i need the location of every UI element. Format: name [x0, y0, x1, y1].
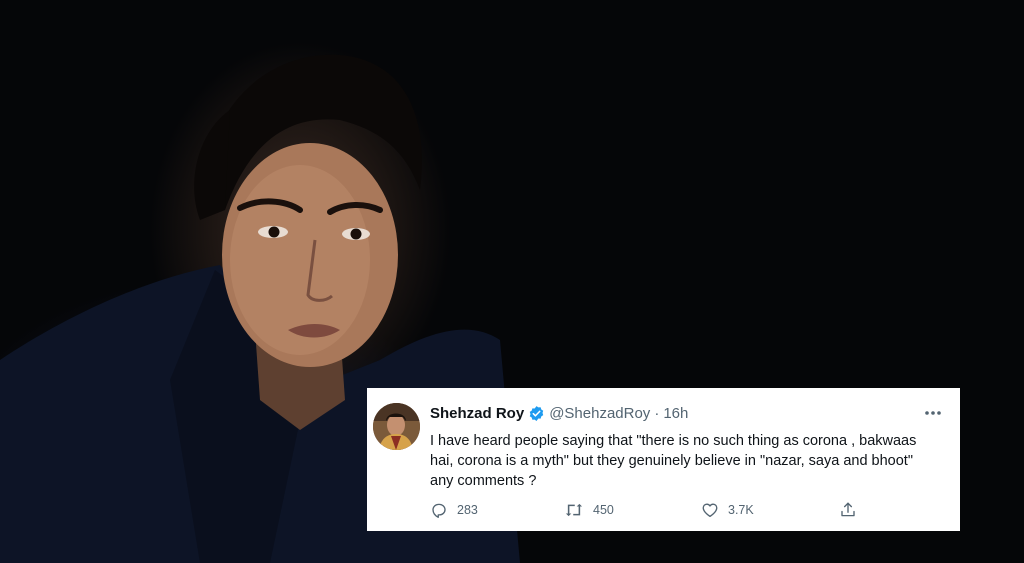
author-name[interactable]: Shehzad Roy — [430, 405, 524, 422]
like-button[interactable]: 3.7K — [701, 501, 754, 519]
reply-button[interactable]: 283 — [430, 501, 478, 519]
tweet-timestamp[interactable]: 16h — [663, 405, 688, 422]
tweet-body: Shehzad Roy @ShehzadRoy · 16h I have hea… — [430, 402, 944, 491]
avatar-image — [373, 403, 420, 450]
tweet-actions: 283 450 3.7K — [430, 501, 860, 521]
retweet-button[interactable]: 450 — [564, 501, 614, 519]
verified-badge-icon — [528, 405, 545, 422]
like-count: 3.7K — [728, 503, 754, 517]
separator-dot: · — [654, 404, 660, 422]
tweet-header: Shehzad Roy @ShehzadRoy · 16h — [430, 402, 944, 424]
author-handle[interactable]: @ShehzadRoy — [549, 405, 650, 422]
more-horizontal-icon — [925, 411, 941, 415]
more-options-button[interactable] — [922, 402, 944, 424]
avatar[interactable] — [373, 403, 420, 450]
reply-count: 283 — [457, 503, 478, 517]
retweet-icon — [565, 503, 583, 517]
reply-icon — [432, 503, 446, 518]
heart-icon — [702, 503, 718, 518]
tweet-text: I have heard people saying that "there i… — [430, 433, 917, 489]
retweet-count: 450 — [593, 503, 614, 517]
tweet-card[interactable]: Shehzad Roy @ShehzadRoy · 16h I have hea… — [367, 388, 960, 531]
share-icon — [841, 502, 855, 517]
share-button[interactable] — [839, 501, 857, 519]
